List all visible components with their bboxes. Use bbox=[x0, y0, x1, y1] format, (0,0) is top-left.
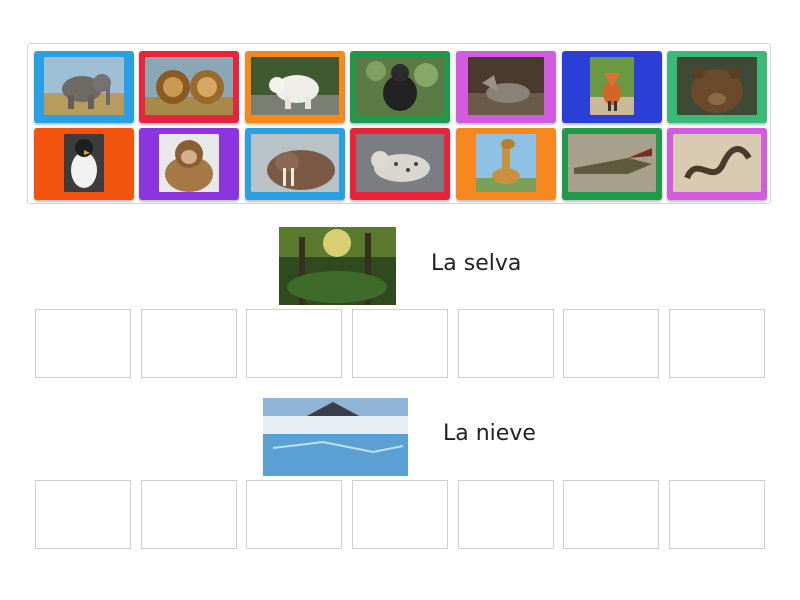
tile-polar-bear[interactable] bbox=[245, 51, 345, 123]
drop-slot[interactable] bbox=[35, 480, 131, 549]
tile-giraffe[interactable] bbox=[456, 128, 556, 200]
drop-slot[interactable] bbox=[352, 480, 448, 549]
tile-elephant[interactable] bbox=[34, 51, 134, 123]
walrus-image bbox=[251, 134, 339, 192]
tile-gorilla[interactable] bbox=[350, 51, 450, 123]
polar-bear-image bbox=[251, 57, 339, 115]
glacier-image bbox=[263, 398, 408, 476]
brown-bear-image bbox=[677, 57, 757, 115]
snake-image bbox=[673, 134, 761, 192]
crocodile-image bbox=[568, 134, 656, 192]
fox-image bbox=[590, 57, 634, 115]
drop-slot[interactable] bbox=[669, 480, 765, 549]
jungle-image bbox=[279, 227, 396, 305]
tile-snow-leopard[interactable] bbox=[350, 128, 450, 200]
drop-slot[interactable] bbox=[246, 480, 342, 549]
tile-bank bbox=[27, 43, 771, 204]
tile-penguin[interactable] bbox=[34, 128, 134, 200]
tile-walrus[interactable] bbox=[245, 128, 345, 200]
drop-slot[interactable] bbox=[141, 309, 237, 378]
gorilla-image bbox=[356, 57, 444, 115]
monkey-image bbox=[159, 134, 219, 192]
tile-lion[interactable] bbox=[139, 51, 239, 123]
category-label-selva: La selva bbox=[431, 251, 522, 276]
category-label-nieve: La nieve bbox=[443, 421, 536, 446]
giraffe-image bbox=[476, 134, 536, 192]
drop-slot[interactable] bbox=[458, 480, 554, 549]
tile-brown-bear[interactable] bbox=[667, 51, 767, 123]
drop-slot[interactable] bbox=[352, 309, 448, 378]
drop-slot[interactable] bbox=[458, 309, 554, 378]
tile-monkey[interactable] bbox=[139, 128, 239, 200]
tile-snake[interactable] bbox=[667, 128, 767, 200]
drop-slot[interactable] bbox=[669, 309, 765, 378]
wolf-image bbox=[468, 57, 544, 115]
elephant-image bbox=[44, 57, 124, 115]
tile-crocodile[interactable] bbox=[562, 128, 662, 200]
drop-slot[interactable] bbox=[141, 480, 237, 549]
tile-fox[interactable] bbox=[562, 51, 662, 123]
tile-wolf[interactable] bbox=[456, 51, 556, 123]
snow-leopard-image bbox=[356, 134, 444, 192]
drop-slot[interactable] bbox=[35, 309, 131, 378]
drop-slot[interactable] bbox=[246, 309, 342, 378]
lion-image bbox=[145, 57, 233, 115]
drop-slot[interactable] bbox=[563, 480, 659, 549]
drop-slot[interactable] bbox=[563, 309, 659, 378]
penguin-image bbox=[64, 134, 104, 192]
